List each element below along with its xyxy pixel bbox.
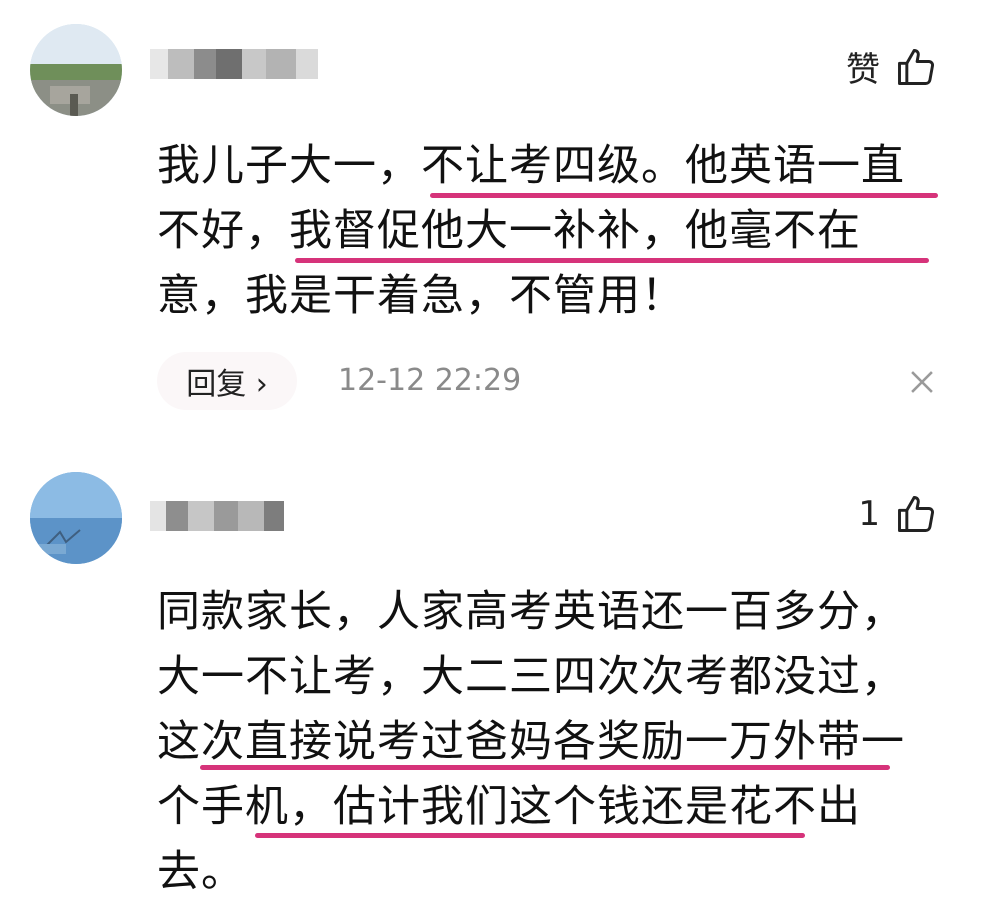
thumbs-up-icon	[898, 48, 935, 85]
comment-line: 大一不让考，大二三四次次考都没过，	[157, 652, 905, 702]
like-label: 赞	[846, 50, 880, 90]
comment-line: 个手机，估计我们这个钱还是花不出	[157, 782, 861, 832]
comment-line: 不好，我督促他大一补补，他毫不在	[157, 206, 861, 256]
avatar[interactable]	[30, 24, 122, 116]
avatar[interactable]	[30, 472, 122, 564]
like-count: 1	[858, 494, 880, 534]
comment-text: 我儿子大一，不让考四级。他英语一直 不好，我督促他大一补补，他毫不在 意，我是干…	[157, 134, 957, 329]
reply-label: 回复 ›	[186, 367, 268, 402]
username-blurred[interactable]	[150, 40, 318, 88]
username-blurred[interactable]	[150, 492, 310, 540]
comment-line: 去。	[157, 847, 245, 897]
comment-1: 赞 我儿子大一，不让考四级。他英语一直 不好，我督促他大一补补，他毫不在 意，我…	[0, 0, 1000, 440]
comment-line: 我儿子大一，不让考四级。他英语一直	[157, 141, 905, 191]
comment-line: 意，我是干着急，不管用！	[157, 271, 685, 321]
timestamp: 12-12 22:29	[338, 363, 522, 398]
highlight-underline	[255, 833, 805, 838]
like-button[interactable]: 赞	[846, 42, 938, 91]
avatar-image	[30, 24, 122, 116]
highlight-underline	[295, 258, 929, 263]
like-button[interactable]: 1	[858, 492, 938, 536]
highlight-underline	[430, 193, 938, 198]
comment-line: 同款家长，人家高考英语还一百多分，	[157, 587, 905, 637]
thumbs-up-icon	[898, 496, 935, 532]
highlight-underline	[200, 765, 890, 770]
close-icon[interactable]	[905, 365, 939, 399]
reply-button[interactable]: 回复 ›	[157, 352, 297, 410]
comment-text: 同款家长，人家高考英语还一百多分， 大一不让考，大二三四次次考都没过， 这次直接…	[157, 580, 957, 905]
avatar-image	[30, 472, 122, 564]
comment-2: 1 同款家长，人家高考英语还一百多分， 大一不让考，大二三四次次考都没过， 这次…	[0, 440, 1000, 903]
